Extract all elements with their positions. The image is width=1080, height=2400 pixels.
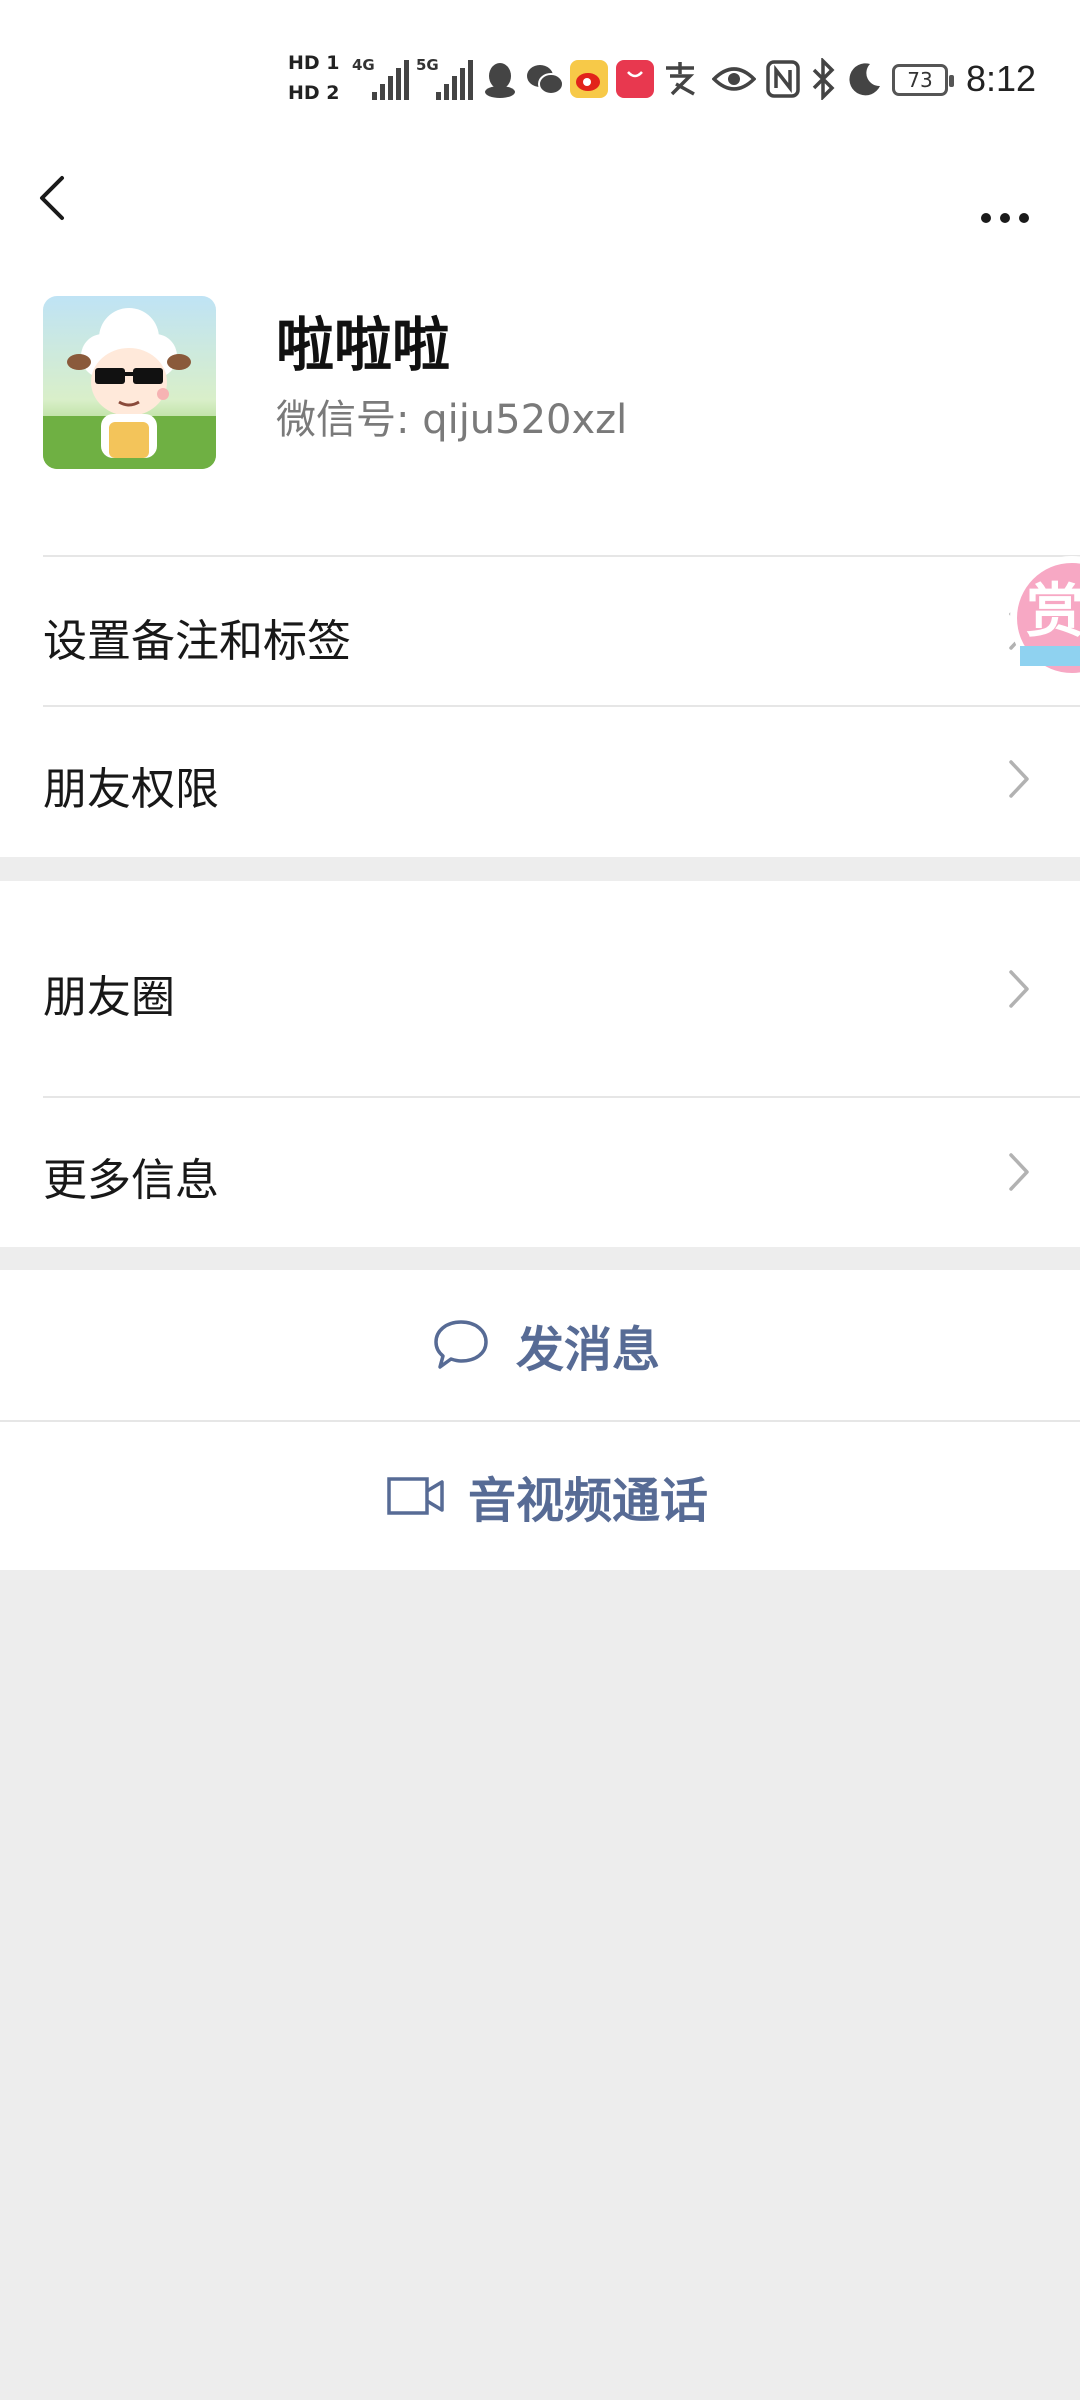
wechat-notify-icon: [527, 65, 564, 95]
chevron-right-icon: [1009, 970, 1029, 1008]
status-bar: HD 1 HD 2 4G 5G 73 8:12: [0, 0, 1080, 150]
nav-header: [0, 150, 1080, 280]
friend-permissions-cell[interactable]: 朋友权限: [0, 707, 1080, 857]
qq-icon: [485, 63, 515, 98]
eye-comfort-icon: [712, 67, 756, 91]
more-info-label: 更多信息: [43, 1155, 219, 1206]
send-message-button[interactable]: 发消息: [0, 1270, 1080, 1420]
battery-icon: 73: [892, 64, 954, 96]
remark-tags-cell[interactable]: 设置备注和标签: [0, 557, 1080, 707]
moon-icon: [849, 63, 880, 96]
friend-permissions-label: 朋友权限: [43, 764, 219, 815]
more-info-cell[interactable]: 更多信息: [0, 1098, 1080, 1247]
battery-level: 73: [907, 68, 933, 92]
moments-cell[interactable]: 朋友圈: [0, 881, 1080, 1096]
chevron-left-icon: [40, 176, 64, 220]
avatar[interactable]: [43, 296, 216, 469]
reward-float-button[interactable]: 赏: [1006, 552, 1080, 684]
signal-5g-icon: 5G: [416, 56, 476, 106]
chat-bubble-icon: [434, 1320, 488, 1369]
send-message-label: 发消息: [516, 1322, 661, 1378]
back-button[interactable]: [30, 160, 110, 260]
avatar-image: [43, 296, 216, 469]
hd2-label: HD 2: [288, 82, 340, 104]
nickname: 啦啦啦: [276, 311, 451, 379]
alipay-icon: [666, 62, 695, 96]
settings-section: 设置备注和标签 朋友权限: [0, 555, 1080, 857]
clock: 8:12: [966, 58, 1037, 99]
hd1-label: HD 1: [288, 52, 340, 74]
more-button[interactable]: [960, 180, 1050, 250]
more-horizontal-icon: [981, 213, 1029, 223]
info-section: 朋友圈 更多信息: [0, 881, 1080, 1247]
moments-label: 朋友圈: [43, 972, 175, 1023]
bluetooth-icon: [812, 58, 835, 100]
net1-label: 4G: [352, 56, 375, 74]
profile-card: 啦啦啦 微信号: qiju520xzl: [0, 280, 1080, 555]
remark-tags-label: 设置备注和标签: [43, 616, 351, 667]
weibo-icon: [570, 60, 608, 98]
signal-4g-icon: 4G: [352, 56, 412, 106]
net2-label: 5G: [416, 56, 439, 74]
chevron-right-icon: [1009, 1153, 1029, 1191]
huawei-store-icon: [616, 60, 654, 98]
video-call-button[interactable]: 音视频通话: [0, 1422, 1080, 1570]
hd-indicator: HD 1 HD 2: [288, 48, 340, 108]
reward-char: 赏: [1026, 577, 1080, 645]
nfc-icon: [766, 60, 800, 98]
video-call-label: 音视频通话: [468, 1473, 709, 1529]
chevron-right-icon: [1009, 760, 1029, 798]
video-camera-icon: [387, 1477, 444, 1515]
wechat-id: 微信号: qiju520xzl: [276, 397, 628, 443]
